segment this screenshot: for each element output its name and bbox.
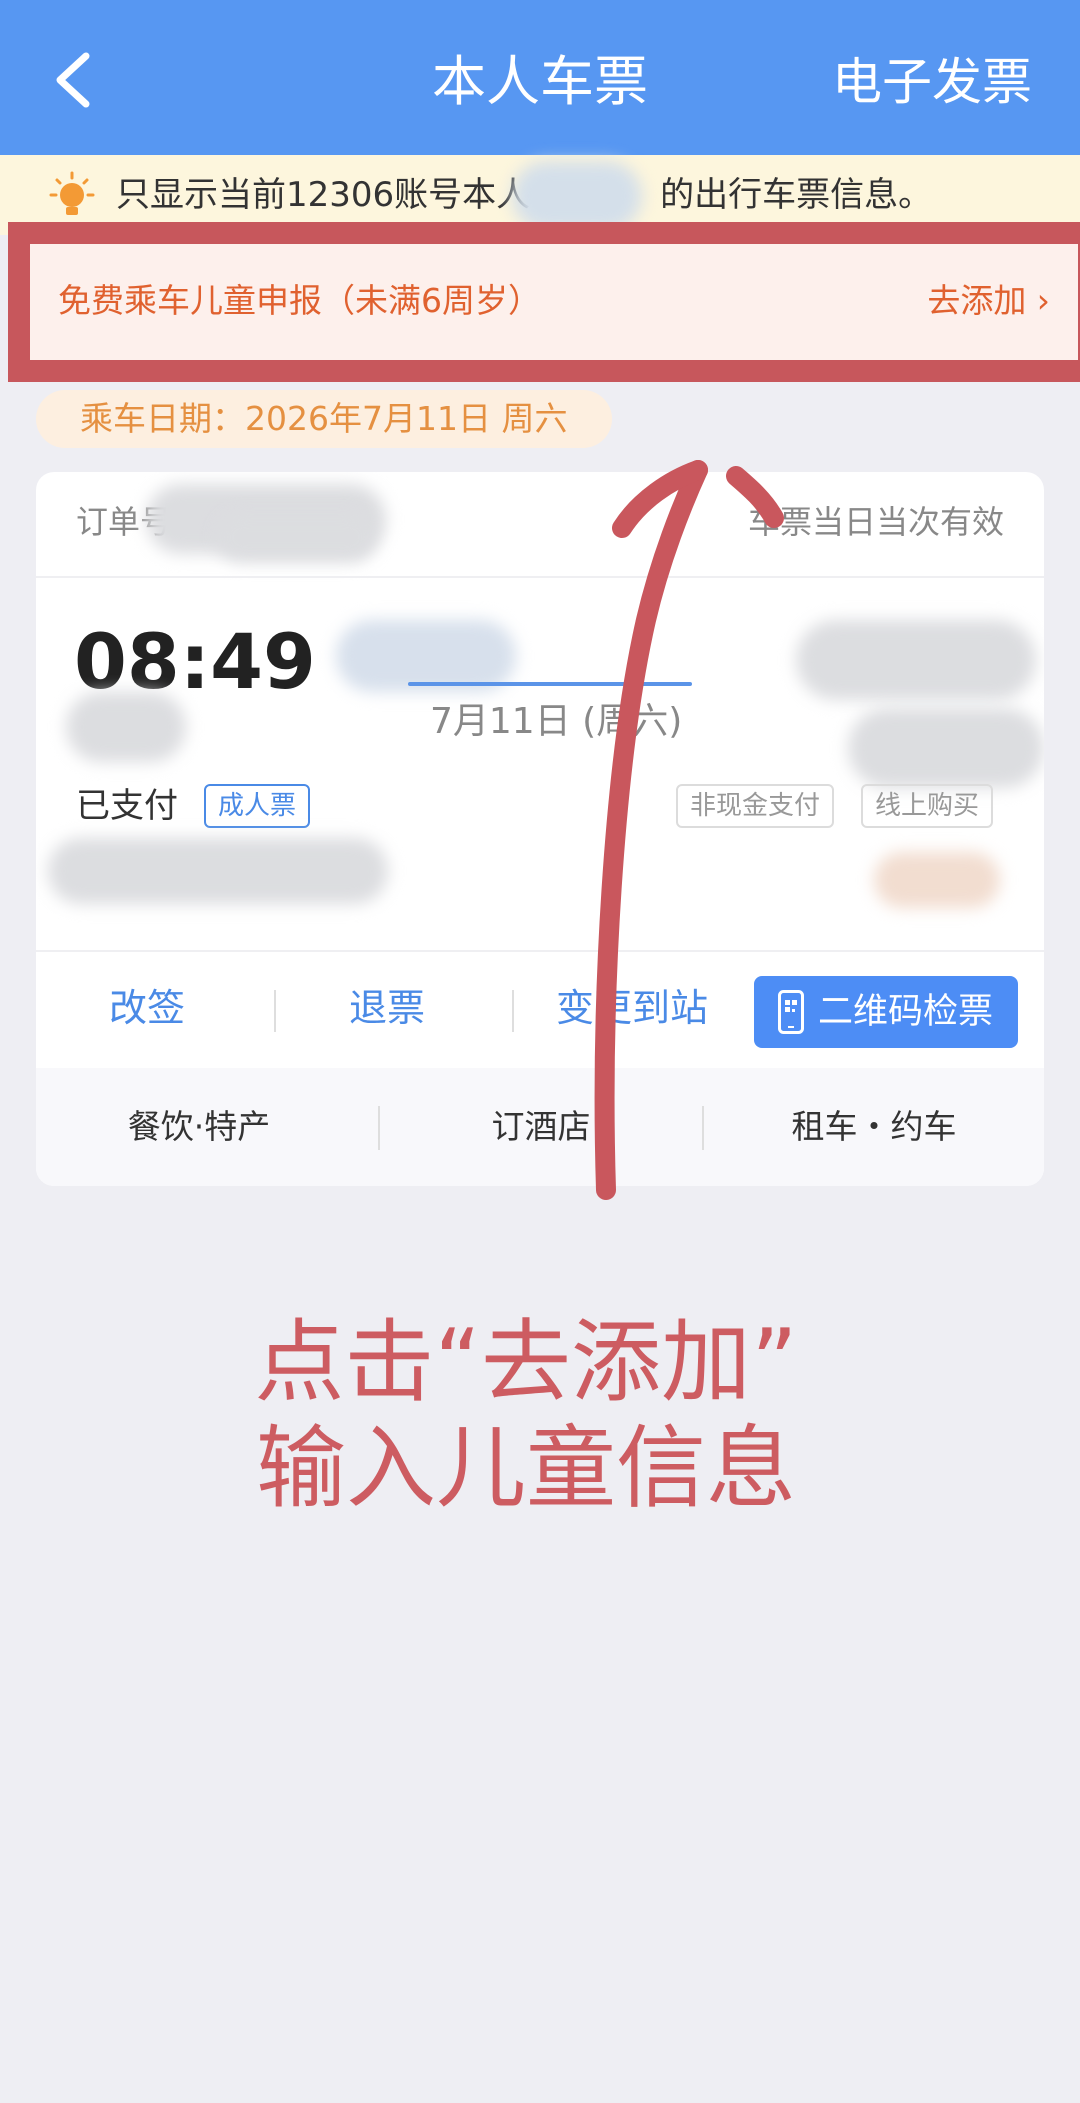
service-hotel[interactable]: 订酒店 xyxy=(380,1068,702,1186)
train-route-line xyxy=(408,682,692,686)
divider xyxy=(36,576,1044,578)
child-declaration-highlight: 免费乘车儿童申报（未满6周岁） 去添加 › xyxy=(8,222,1080,382)
change-destination-button[interactable]: 变更到站 xyxy=(516,972,748,1044)
service-dining[interactable]: 餐饮·特产 xyxy=(36,1068,362,1186)
purchase-channel-tag: 线上购买 xyxy=(861,784,994,828)
payment-status: 已支付 xyxy=(76,786,178,826)
ride-date-badge: 乘车日期：2026年7月11日 周六 xyxy=(36,390,612,448)
annotation-text: 点击“去添加” 输入儿童信息 xyxy=(0,1310,1052,1522)
redacted-order-number-2 xyxy=(216,512,376,562)
divider xyxy=(512,990,514,1032)
child-declaration-label: 免费乘车儿童申报（未满6周岁） xyxy=(58,281,541,320)
add-child-button[interactable]: 去添加 › xyxy=(927,274,1050,328)
validity-note: 车票当日当次有效 xyxy=(747,503,1004,541)
redacted-name xyxy=(512,161,642,231)
ride-date-text: 乘车日期：2026年7月11日 周六 xyxy=(80,399,568,438)
invoice-button[interactable]: 电子发票 xyxy=(832,42,1032,122)
app-header: 本人车票 电子发票 xyxy=(0,0,1080,155)
divider xyxy=(36,950,1044,952)
lightbulb-icon xyxy=(49,171,95,215)
phone-qr-icon xyxy=(778,990,804,1034)
qr-checkin-button[interactable]: 二维码检票 xyxy=(754,976,1018,1048)
services-bar: 餐饮·特产 订酒店 租车・约车 xyxy=(36,1068,1044,1186)
refund-button[interactable]: 退票 xyxy=(276,972,498,1044)
redacted-price xyxy=(874,852,1000,908)
annotation-line-2: 输入儿童信息 xyxy=(256,1416,796,1521)
redacted-arrival-time xyxy=(796,620,1036,700)
redacted-arrival-station xyxy=(848,708,1044,788)
redacted-seat-info xyxy=(48,838,388,904)
service-car-rental[interactable]: 租车・约车 xyxy=(704,1068,1044,1186)
annotation-line-1: 点击“去添加” xyxy=(254,1310,798,1415)
change-ticket-button[interactable]: 改签 xyxy=(36,972,258,1044)
ticket-type-badge: 成人票 xyxy=(204,784,311,828)
redacted-departure-station xyxy=(66,692,186,762)
ticket-card[interactable]: 订单号： 车票当日当次有效 08:49 7月11日 (周六) 已支付 成人票 非… xyxy=(36,472,1044,1186)
payment-method-tag: 非现金支付 xyxy=(676,784,835,828)
qr-checkin-label: 二维码检票 xyxy=(818,992,994,1032)
trip-date: 7月11日 (周六) xyxy=(430,701,683,742)
